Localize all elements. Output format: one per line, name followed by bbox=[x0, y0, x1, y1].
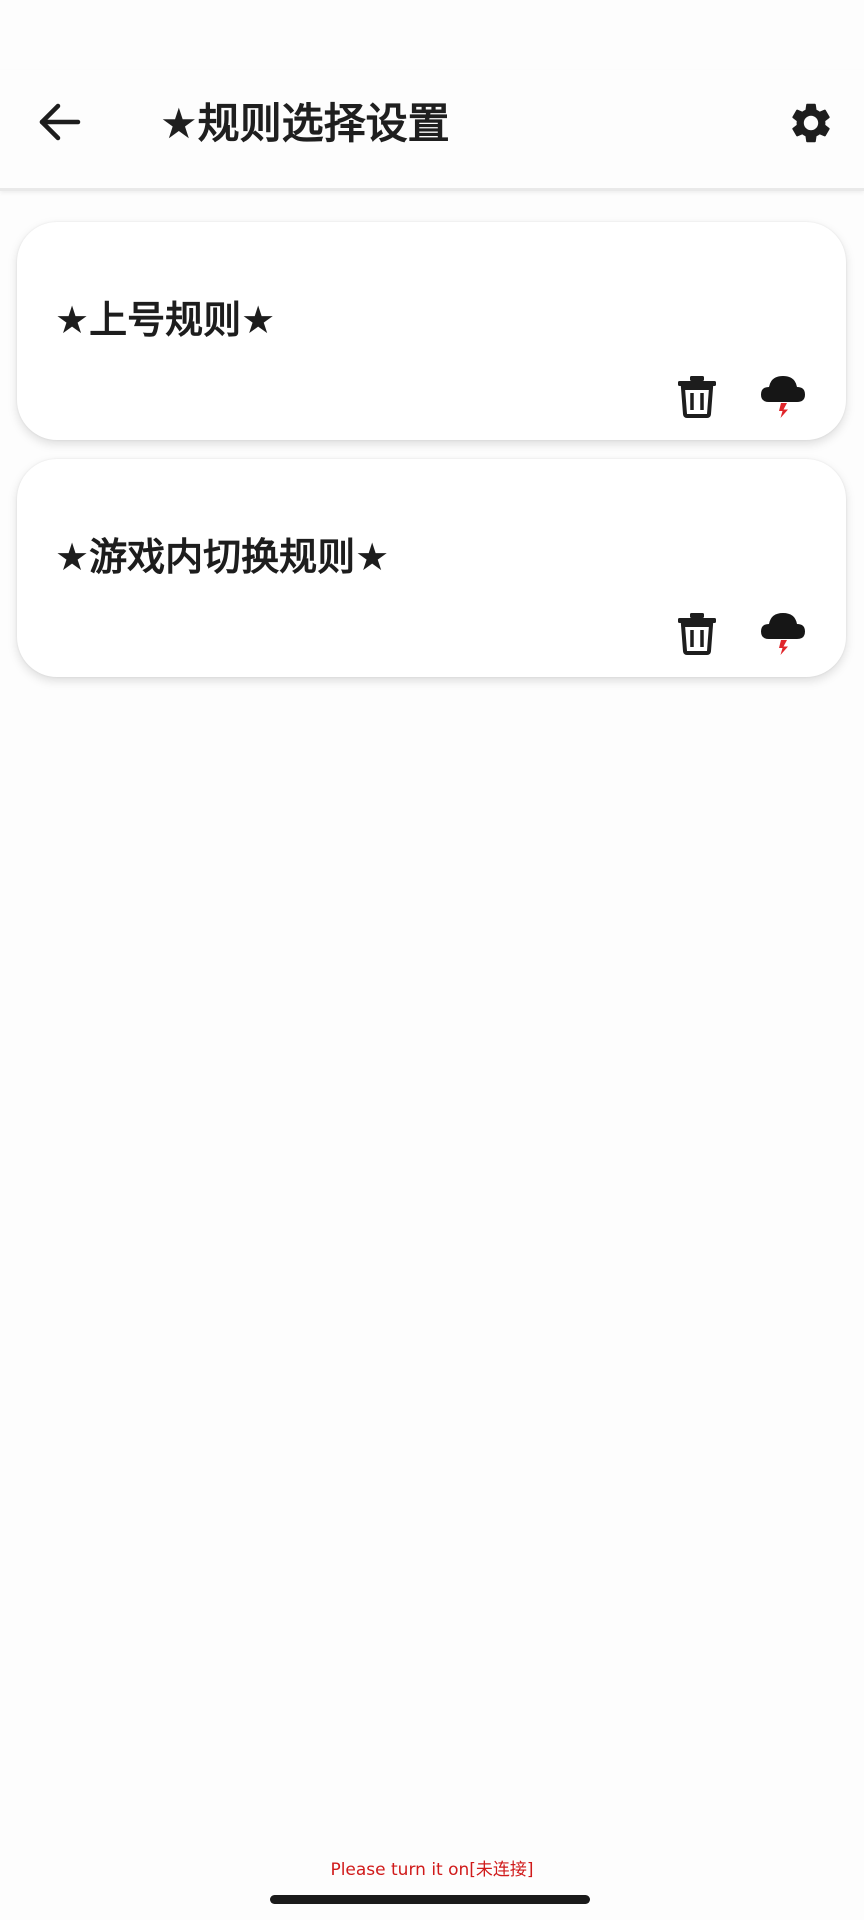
settings-button[interactable] bbox=[780, 94, 842, 156]
rule-name: ★游戏内切换规则★ bbox=[55, 535, 390, 579]
delete-rule-button[interactable] bbox=[672, 609, 722, 661]
cloud-upload-button[interactable] bbox=[757, 609, 809, 661]
trash-icon bbox=[677, 374, 717, 422]
back-button[interactable] bbox=[30, 94, 90, 154]
gear-icon bbox=[787, 99, 835, 151]
cloud-upload-button[interactable] bbox=[757, 372, 809, 424]
page-title: ★规则选择设置 bbox=[160, 99, 450, 148]
cloud-lightning-icon bbox=[759, 372, 807, 424]
connection-status: Please turn it on[未连接] bbox=[330, 1860, 534, 1880]
rule-card[interactable]: ★游戏内切换规则★ bbox=[17, 459, 846, 677]
trash-icon bbox=[677, 611, 717, 659]
home-indicator[interactable] bbox=[270, 1895, 590, 1904]
arrow-left-icon bbox=[38, 102, 82, 146]
status-bar bbox=[0, 0, 864, 70]
cloud-lightning-icon bbox=[759, 609, 807, 661]
rule-name: ★上号规则★ bbox=[55, 298, 276, 342]
delete-rule-button[interactable] bbox=[672, 372, 722, 424]
rule-card[interactable]: ★上号规则★ bbox=[17, 222, 846, 440]
app-bar: ★规则选择设置 bbox=[0, 70, 864, 191]
screen: ★规则选择设置 ★上号规则★ ★游戏内切换规则★ Please turn it … bbox=[0, 0, 864, 1920]
